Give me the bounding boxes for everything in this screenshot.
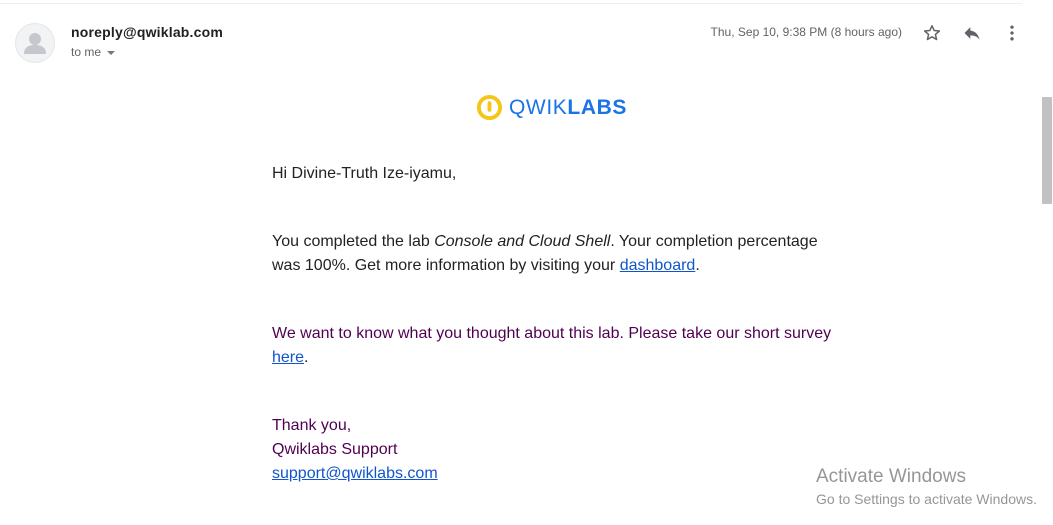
support-email-link[interactable]: support@qwiklabs.com [272,465,438,482]
survey-paragraph: We want to know what you thought about t… [272,325,832,366]
logo-wordmark: QWIKLABS [509,96,627,119]
greeting: Hi Divine-Truth Ize-iyamu, [272,165,457,182]
star-button[interactable] [920,21,944,45]
scrollbar-thumb[interactable] [1042,97,1052,204]
signoff: Thank you, Qwiklabs Support support@qwik… [272,414,832,486]
team-name: Qwiklabs Support [272,441,398,458]
more-vert-icon [1010,25,1014,41]
sender-address: noreply@qwiklab.com [71,24,224,40]
chevron-down-icon [107,50,116,55]
star-icon [923,25,941,41]
thanks-line: Thank you, [272,417,352,434]
top-divider [0,3,1022,4]
person-icon [24,33,46,54]
reply-icon [964,27,980,40]
avatar[interactable] [15,23,55,63]
reply-button[interactable] [960,21,984,45]
message-timestamp: Thu, Sep 10, 9:38 PM (8 hours ago) [710,25,902,39]
activate-subtitle: Go to Settings to activate Windows. [816,491,1037,507]
qwiklabs-logo: QWIKLABS [476,94,627,121]
activate-windows-watermark: Activate Windows Go to Settings to activ… [816,465,1037,509]
lab-name: Console and Cloud Shell [434,233,611,250]
dashboard-link[interactable]: dashboard [620,257,696,274]
completion-paragraph: You completed the lab Console and Cloud … [272,233,818,274]
recipient-label: to me [71,45,102,59]
qwiklabs-logo-icon [476,94,503,121]
survey-link[interactable]: here [272,349,304,366]
more-options-button[interactable] [1000,21,1024,45]
activate-title: Activate Windows [816,466,966,487]
recipient-details-toggle[interactable]: to me [71,45,116,59]
